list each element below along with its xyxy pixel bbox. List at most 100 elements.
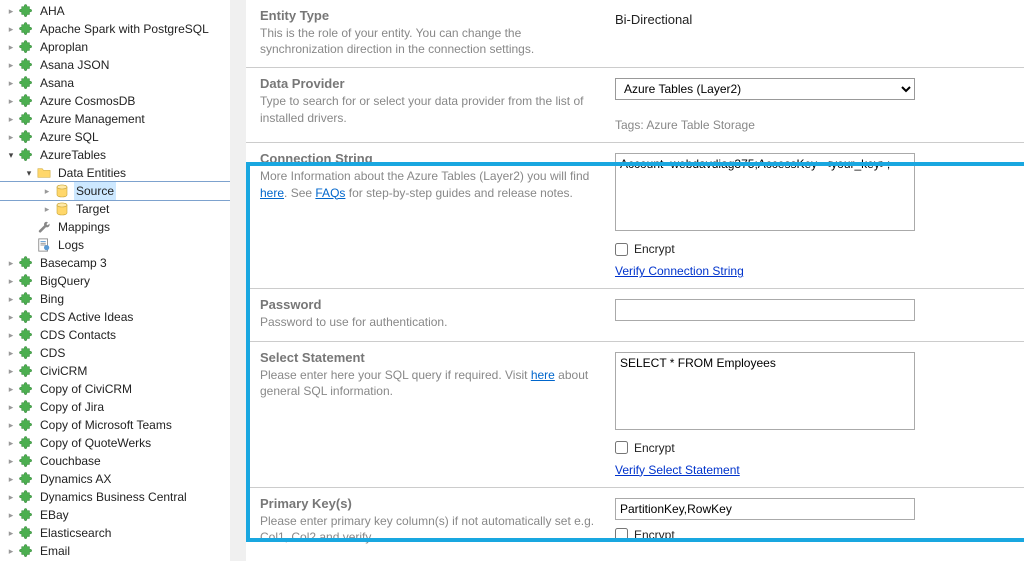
conn-string-faqs-link[interactable]: FAQs bbox=[315, 186, 345, 200]
expander-icon[interactable]: ▸ bbox=[4, 22, 18, 36]
puzzle-icon bbox=[18, 525, 34, 541]
expander-icon[interactable]: ▸ bbox=[4, 4, 18, 18]
expander-icon[interactable]: ▸ bbox=[4, 76, 18, 90]
select-here-link[interactable]: here bbox=[531, 368, 555, 382]
conn-string-head: Connection String bbox=[260, 151, 595, 166]
expander-icon[interactable]: ▸ bbox=[4, 256, 18, 270]
tree-item-asana-json[interactable]: ▸Asana JSON bbox=[0, 56, 230, 74]
tree-item-azure-management[interactable]: ▸Azure Management bbox=[0, 110, 230, 128]
tree-item-azure-sql[interactable]: ▸Azure SQL bbox=[0, 128, 230, 146]
tree-item-label: Asana bbox=[38, 74, 76, 92]
expander-icon[interactable]: ▸ bbox=[4, 400, 18, 414]
expander-icon[interactable]: ▸ bbox=[4, 292, 18, 306]
data-provider-head: Data Provider bbox=[260, 76, 595, 91]
conn-string-input[interactable] bbox=[615, 153, 915, 231]
expander-icon[interactable]: ▸ bbox=[4, 94, 18, 108]
expander-icon[interactable]: ▸ bbox=[4, 58, 18, 72]
password-input[interactable] bbox=[615, 299, 915, 321]
select-desc: Please enter here your SQL query if requ… bbox=[260, 367, 595, 399]
tree-item-copy-of-microsoft-teams[interactable]: ▸Copy of Microsoft Teams bbox=[0, 416, 230, 434]
expander-icon[interactable]: ▾ bbox=[4, 148, 18, 162]
tree-item-apache-spark-with-postgresql[interactable]: ▸Apache Spark with PostgreSQL bbox=[0, 20, 230, 38]
expander-icon[interactable]: ▸ bbox=[4, 364, 18, 378]
tree-item-label: Aproplan bbox=[38, 38, 90, 56]
puzzle-icon bbox=[18, 3, 34, 19]
tree-item-data-entities[interactable]: ▾Data Entities bbox=[0, 164, 230, 182]
tree-item-azuretables[interactable]: ▾ AzureTables bbox=[0, 146, 230, 164]
tree-item-copy-of-civicrm[interactable]: ▸Copy of CiviCRM bbox=[0, 380, 230, 398]
puzzle-icon bbox=[18, 381, 34, 397]
tree-item-logs[interactable]: Logs bbox=[0, 236, 230, 254]
tree-item-basecamp-3[interactable]: ▸Basecamp 3 bbox=[0, 254, 230, 272]
expander-icon[interactable]: ▸ bbox=[4, 112, 18, 126]
expander-icon[interactable]: ▸ bbox=[4, 328, 18, 342]
expander-icon[interactable]: ▸ bbox=[4, 418, 18, 432]
tree-item-cds-active-ideas[interactable]: ▸ CDS Active Ideas bbox=[0, 308, 230, 326]
expander-icon[interactable]: ▸ bbox=[4, 508, 18, 522]
sidebar-tree[interactable]: ▸AHA▸Apache Spark with PostgreSQL▸Apropl… bbox=[0, 0, 230, 561]
tree-item-azure-cosmosdb[interactable]: ▸ Azure CosmosDB bbox=[0, 92, 230, 110]
puzzle-icon bbox=[18, 21, 34, 37]
tree-item-mappings[interactable]: Mappings bbox=[0, 218, 230, 236]
data-provider-select[interactable]: Azure Tables (Layer2) bbox=[615, 78, 915, 100]
tree-item-bigquery[interactable]: ▸BigQuery bbox=[0, 272, 230, 290]
tree-item-label: CDS Active Ideas bbox=[38, 308, 135, 326]
puzzle-icon bbox=[18, 471, 34, 487]
tree-item-elasticsearch[interactable]: ▸Elasticsearch bbox=[0, 524, 230, 542]
password-head: Password bbox=[260, 297, 595, 312]
tree-item-copy-of-quotewerks[interactable]: ▸Copy of QuoteWerks bbox=[0, 434, 230, 452]
puzzle-icon bbox=[18, 111, 34, 127]
tree-item-label: Dynamics AX bbox=[38, 470, 113, 488]
tree-item-cds[interactable]: ▸CDS bbox=[0, 344, 230, 362]
select-input[interactable] bbox=[615, 352, 915, 430]
tree-item-bing[interactable]: ▸Bing bbox=[0, 290, 230, 308]
expander-icon[interactable]: ▸ bbox=[4, 274, 18, 288]
tree-item-target[interactable]: ▸Target bbox=[0, 200, 230, 218]
expander-icon[interactable]: ▸ bbox=[4, 454, 18, 468]
expander-icon[interactable]: ▾ bbox=[22, 166, 36, 180]
tree-item-label: Email bbox=[38, 542, 72, 560]
expander-icon[interactable]: ▸ bbox=[4, 544, 18, 558]
expander-icon[interactable]: ▸ bbox=[4, 40, 18, 54]
tree-item-couchbase[interactable]: ▸Couchbase bbox=[0, 452, 230, 470]
primary-key-encrypt-checkbox[interactable] bbox=[615, 528, 628, 541]
tree-item-label: AHA bbox=[38, 2, 67, 20]
select-encrypt-checkbox[interactable] bbox=[615, 441, 628, 454]
tree-item-email[interactable]: ▸ Email bbox=[0, 542, 230, 560]
expander-icon[interactable]: ▸ bbox=[4, 490, 18, 504]
log-icon bbox=[36, 237, 52, 253]
expander-icon[interactable]: ▸ bbox=[4, 526, 18, 540]
primary-key-input[interactable] bbox=[615, 498, 915, 520]
tree-item-label: Azure CosmosDB bbox=[38, 92, 137, 110]
puzzle-icon bbox=[18, 291, 34, 307]
tree-item-label: CiviCRM bbox=[38, 362, 89, 380]
expander-icon[interactable]: ▸ bbox=[4, 436, 18, 450]
puzzle-icon bbox=[18, 453, 34, 469]
tree-item-ebay[interactable]: ▸EBay bbox=[0, 506, 230, 524]
tree-item-source[interactable]: ▸ Source bbox=[0, 182, 230, 200]
expander-icon[interactable]: ▸ bbox=[40, 202, 54, 216]
expander-icon[interactable]: ▸ bbox=[4, 130, 18, 144]
tree-item-label: Source bbox=[74, 182, 116, 200]
select-encrypt-label: Encrypt bbox=[634, 441, 675, 455]
tree-item-dynamics-ax[interactable]: ▸ Dynamics AX bbox=[0, 470, 230, 488]
tree-item-civicrm[interactable]: ▸ CiviCRM bbox=[0, 362, 230, 380]
expander-icon[interactable]: ▸ bbox=[4, 310, 18, 324]
tree-item-aha[interactable]: ▸ AHA bbox=[0, 2, 230, 20]
tree-item-dynamics-business-central[interactable]: ▸Dynamics Business Central bbox=[0, 488, 230, 506]
conn-string-encrypt-checkbox[interactable] bbox=[615, 243, 628, 256]
tree-item-label: AzureTables bbox=[38, 146, 108, 164]
expander-icon[interactable]: ▸ bbox=[4, 346, 18, 360]
sidebar-scrollbar[interactable] bbox=[230, 0, 246, 561]
expander-icon[interactable]: ▸ bbox=[4, 382, 18, 396]
expander-icon[interactable]: ▸ bbox=[4, 472, 18, 486]
tree-item-asana[interactable]: ▸ Asana bbox=[0, 74, 230, 92]
expander-icon[interactable]: ▸ bbox=[40, 184, 54, 198]
tree-item-cds-contacts[interactable]: ▸CDS Contacts bbox=[0, 326, 230, 344]
verify-conn-string-link[interactable]: Verify Connection String bbox=[615, 264, 744, 278]
conn-string-here-link[interactable]: here bbox=[260, 186, 284, 200]
tree-item-aproplan[interactable]: ▸ Aproplan bbox=[0, 38, 230, 56]
puzzle-icon bbox=[18, 129, 34, 145]
tree-item-copy-of-jira[interactable]: ▸Copy of Jira bbox=[0, 398, 230, 416]
verify-select-link[interactable]: Verify Select Statement bbox=[615, 463, 740, 477]
